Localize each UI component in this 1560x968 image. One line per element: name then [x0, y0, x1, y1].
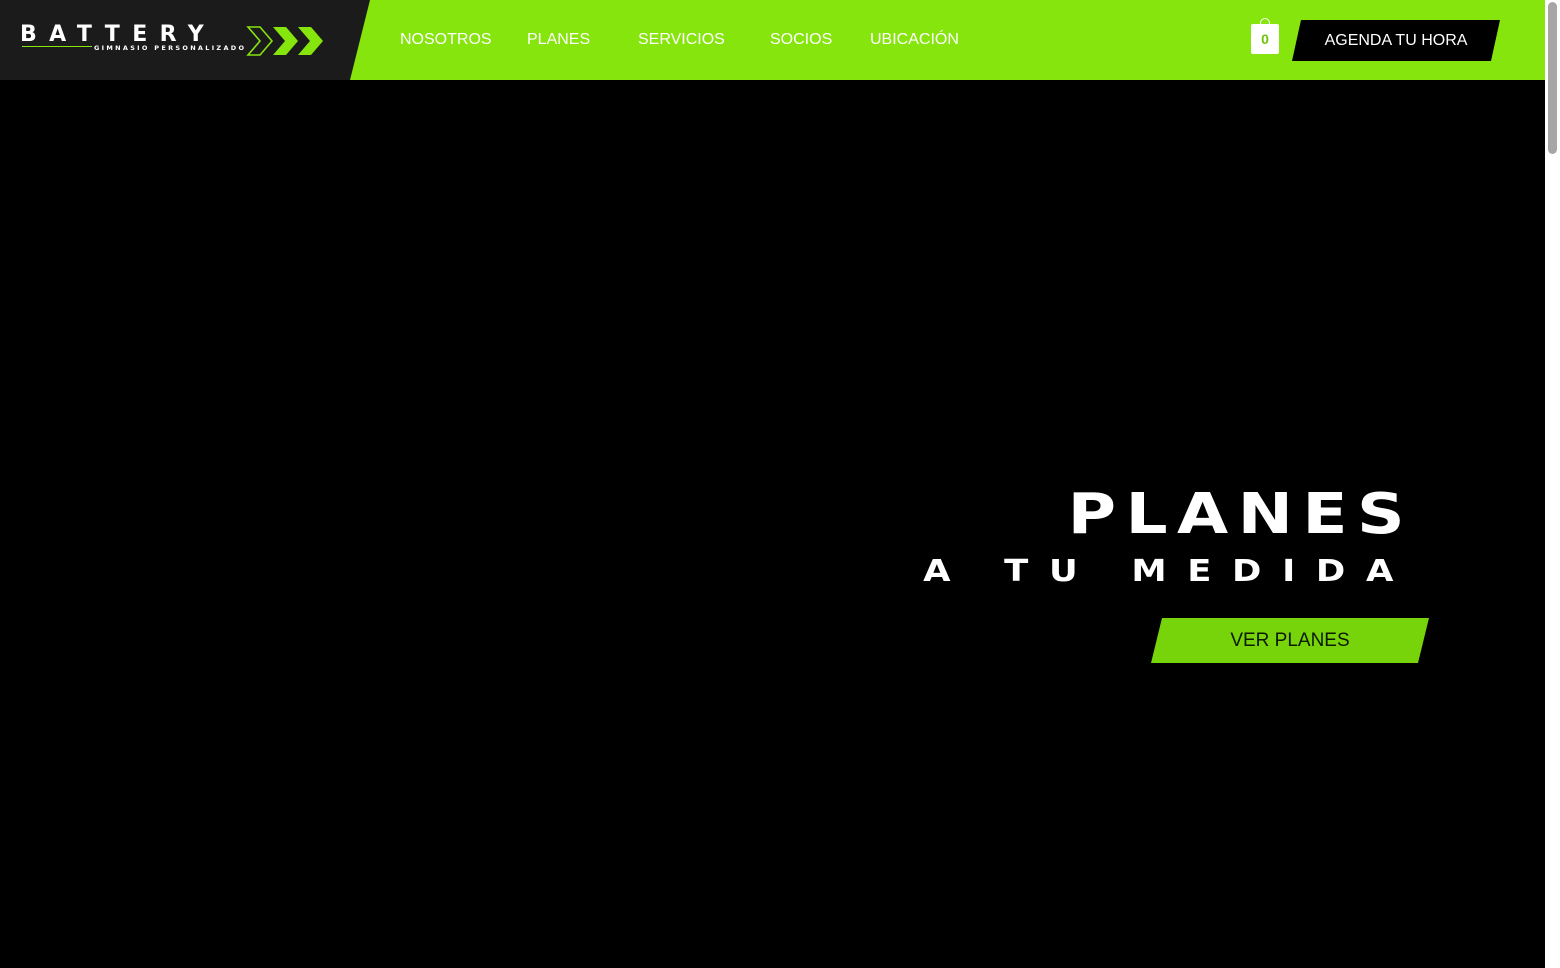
- view-plans-label: VER PLANES: [1230, 630, 1350, 651]
- nav-item-ubicacion[interactable]: UBICACIÓN: [870, 31, 959, 49]
- nav-item-socios[interactable]: SOCIOS: [770, 31, 832, 49]
- site-header: BATTERY GIMNASIO PERSONALIZADO NOSOTROS …: [0, 0, 1545, 80]
- shopping-bag-icon: [1260, 18, 1270, 26]
- view-plans-button[interactable]: VER PLANES: [1151, 618, 1429, 663]
- brand-tagline: GIMNASIO PERSONALIZADO: [94, 44, 247, 52]
- book-appointment-label: AGENDA TU HORA: [1324, 32, 1468, 49]
- logo-underline: [22, 46, 92, 47]
- cart-count: 0: [1261, 31, 1269, 47]
- page: BATTERY GIMNASIO PERSONALIZADO NOSOTROS …: [0, 0, 1545, 968]
- logo-panel: BATTERY GIMNASIO PERSONALIZADO: [0, 0, 370, 80]
- cart-button[interactable]: 0: [1251, 18, 1279, 54]
- brand-logo[interactable]: BATTERY GIMNASIO PERSONALIZADO: [20, 24, 325, 58]
- nav-item-nosotros[interactable]: NOSOTROS: [400, 31, 492, 49]
- hero-subtitle: A TU MEDIDA: [923, 554, 1414, 589]
- scrollbar-thumb[interactable]: [1548, 2, 1557, 154]
- triple-chevron-arrows-icon: [246, 26, 323, 56]
- nav-item-servicios[interactable]: SERVICIOS: [638, 31, 725, 49]
- brand-name: BATTERY: [20, 22, 217, 47]
- book-appointment-button[interactable]: AGENDA TU HORA: [1292, 20, 1500, 61]
- hero-title: PLANES: [1067, 482, 1414, 547]
- page-scrollbar[interactable]: [1545, 0, 1560, 968]
- nav-item-planes[interactable]: PLANES: [527, 31, 590, 49]
